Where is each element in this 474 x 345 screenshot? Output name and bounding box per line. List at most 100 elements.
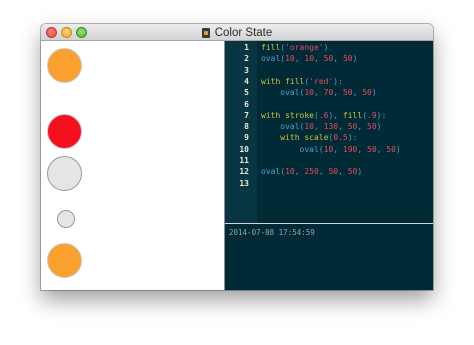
code-token: 190 — [342, 144, 358, 154]
code-token: , — [333, 88, 343, 98]
code-token: 50 — [342, 54, 353, 64]
window-title: Color State — [214, 26, 273, 39]
drawing-canvas — [41, 41, 225, 290]
code-token: 50 — [367, 144, 377, 154]
code-text: oval(10, 130, 50, 50) — [261, 121, 381, 132]
code-token: , — [333, 144, 343, 154]
code-token: scale — [304, 133, 329, 143]
code-token: 50 — [367, 122, 377, 132]
code-token: , — [314, 122, 324, 132]
line-number: 7 — [244, 110, 249, 120]
code-token: 10 — [304, 54, 315, 64]
oval-shape — [47, 156, 82, 191]
code-token: oval — [261, 167, 281, 177]
code-token: 0.5 — [333, 133, 348, 143]
code-token: fill — [261, 43, 281, 52]
code-token: ): — [347, 133, 358, 143]
code-token: .9 — [367, 110, 377, 120]
code-token: 10 — [323, 144, 334, 154]
code-token: oval — [261, 122, 300, 132]
oval-shape — [47, 114, 82, 149]
app-window: Color State 1 fill('orange') 2 oval(10, 10,… — [41, 24, 433, 290]
code-token: ) — [352, 54, 358, 64]
code-line[interactable]: 1 fill('orange') — [225, 42, 433, 53]
code-line[interactable]: 3 — [225, 65, 433, 76]
code-token: 50 — [362, 88, 372, 98]
code-token: oval — [261, 88, 300, 98]
code-line[interactable]: 2 oval(10, 10, 50, 50) — [225, 53, 433, 64]
line-number: 10 — [239, 144, 249, 154]
code-token: 'red' — [309, 76, 334, 86]
line-number: 5 — [244, 88, 249, 98]
code-line[interactable]: 10 oval(10, 190, 50, 50) — [225, 144, 433, 155]
code-token: ) — [376, 122, 382, 132]
code-editor[interactable]: 1 fill('orange') 2 oval(10, 10, 50, 50) 3 4 wi… — [225, 41, 433, 223]
code-token: , — [376, 144, 387, 154]
code-token: ) — [371, 88, 377, 98]
code-text: with fill('red'): — [261, 76, 343, 87]
code-text: oval(10, 190, 50, 50) — [261, 144, 401, 155]
code-line[interactable]: 8 oval(10, 130, 50, 50) — [225, 121, 433, 132]
line-number: 2 — [244, 54, 249, 64]
code-token: , — [357, 122, 368, 132]
code-token: 50 — [323, 54, 334, 64]
code-text: oval(10, 70, 50, 50) — [261, 87, 377, 98]
code-text: with scale(0.5): — [261, 132, 357, 143]
code-token: 10 — [304, 88, 314, 98]
code-token: ): — [333, 76, 343, 86]
code-token: , — [314, 54, 324, 64]
oval-shape — [57, 210, 75, 228]
code-token: , — [352, 88, 363, 98]
line-number: 8 — [244, 122, 249, 132]
code-line[interactable]: 4 with fill('red'): — [225, 76, 433, 87]
oval-shape — [47, 243, 82, 278]
title-bar[interactable]: Color State — [41, 24, 433, 41]
code-line[interactable]: 7 with stroke(.6), fill(.9): — [225, 110, 433, 121]
line-number: 3 — [244, 65, 249, 75]
code-token: 10 — [285, 54, 295, 64]
code-line[interactable]: 6 — [225, 99, 433, 110]
code-token: ), — [328, 110, 343, 120]
code-token: 10 — [304, 122, 314, 132]
code-token: ): — [376, 110, 387, 120]
code-token: , — [357, 144, 367, 154]
code-text: oval(10, 250, 50, 50) — [261, 166, 362, 177]
code-token: 50 — [347, 122, 358, 132]
code-token: , — [338, 122, 348, 132]
code-text: fill('orange') — [261, 42, 328, 53]
line-number: 13 — [239, 178, 249, 188]
code-line[interactable]: 11 — [225, 155, 433, 166]
code-token: ) — [395, 144, 401, 154]
code-token: stroke — [285, 110, 314, 120]
code-line[interactable]: 5 oval(10, 70, 50, 50) — [225, 87, 433, 98]
code-text: with stroke(.6), fill(.9): — [261, 110, 386, 121]
code-line[interactable]: 13 — [225, 178, 433, 189]
code-token: 50 — [386, 144, 396, 154]
code-token: fill — [342, 110, 363, 120]
code-line[interactable]: 12 oval(10, 250, 50, 50) — [225, 166, 433, 177]
code-token: 250 — [304, 167, 319, 177]
code-token: , — [294, 54, 305, 64]
code-token: 50 — [347, 167, 358, 177]
code-token: with — [261, 133, 305, 143]
code-token: , — [314, 88, 324, 98]
window-title-area: Color State — [41, 24, 433, 41]
code-token: ) — [323, 43, 329, 52]
line-number: 12 — [239, 167, 249, 177]
line-number: 9 — [244, 133, 249, 143]
code-token: 50 — [328, 167, 339, 177]
code-token: 'orange' — [285, 43, 324, 52]
code-token: , — [333, 54, 343, 64]
console-timestamp: 2014-07-08 17:54:59 — [229, 228, 315, 237]
line-number: 11 — [239, 156, 249, 165]
code-line[interactable]: 9 with scale(0.5): — [225, 132, 433, 143]
code-token: 10 — [285, 167, 295, 177]
code-token: 130 — [323, 122, 339, 132]
output-console[interactable]: 2014-07-08 17:54:59 — [225, 223, 433, 290]
code-text: oval(10, 10, 50, 50) — [261, 53, 357, 64]
code-token: with — [261, 110, 286, 120]
code-token: 70 — [323, 88, 334, 98]
line-number: 6 — [244, 99, 249, 109]
oval-shape — [47, 48, 82, 83]
document-icon — [201, 27, 210, 38]
